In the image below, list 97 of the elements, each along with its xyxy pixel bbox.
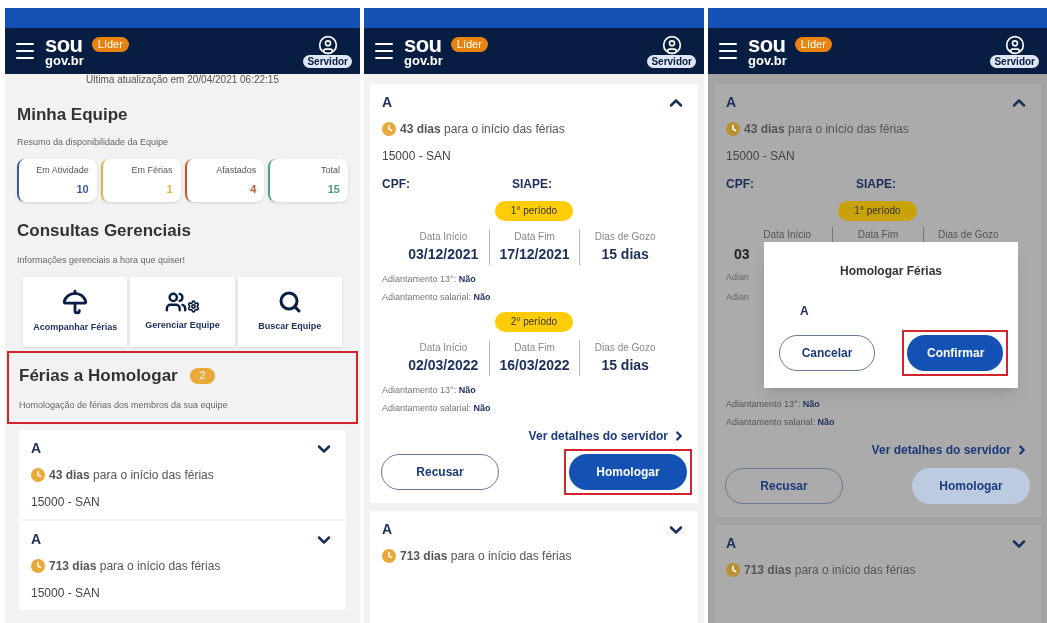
employee-name: A <box>726 93 737 112</box>
employee-name: A <box>726 534 737 553</box>
period-badge: 1° período <box>494 201 574 221</box>
employee-name: A <box>382 93 393 112</box>
section-subtitle: Homologação de férias dos membros da sua equipe <box>19 398 229 412</box>
clock-icon <box>382 549 396 563</box>
field-value: 02/03/2022 <box>408 356 479 375</box>
profile-button[interactable]: Servidor <box>647 34 696 68</box>
stat-value: 15 <box>327 181 340 197</box>
advance-info: Adiantamento salarial: Não <box>382 290 492 304</box>
section-title: Consultas Gerenciais <box>17 220 192 242</box>
shortcut-tile[interactable]: Gerenciar Equipe <box>130 277 235 347</box>
request-card[interactable]: A 713 dias para o início das férias <box>714 525 1041 623</box>
user-icon <box>1004 34 1025 55</box>
text-fragment: 03 <box>733 245 751 264</box>
field-value: 17/12/2021 <box>499 245 570 264</box>
sou-govbr-logo: sou gov.br <box>404 35 443 67</box>
dialog-title: Homologar Férias <box>839 263 943 280</box>
field-label: Data Início <box>763 228 812 242</box>
stat-label: Em Atividade <box>36 164 89 177</box>
stat-value: 4 <box>250 181 257 197</box>
details-link[interactable]: Ver detalhes do servidor <box>528 427 686 445</box>
field-value: 16/03/2022 <box>499 356 570 375</box>
field-label: Data Início <box>419 341 468 355</box>
countdown-text: 43 dias para o início das férias <box>400 121 565 138</box>
user-icon <box>661 34 682 55</box>
advance-info: Adiantamento 13°: Não <box>382 384 477 397</box>
role-badge: Líder <box>794 37 832 52</box>
unit-code: 15000 - SAN <box>382 148 452 165</box>
details-link[interactable]: Ver detalhes do servidor <box>871 441 1029 459</box>
profile-button[interactable]: Servidor <box>303 34 352 68</box>
sou-govbr-logo: sou gov.br <box>45 35 84 67</box>
advance-info: Adiantamento salarial: Não <box>382 401 492 415</box>
field-value: 03/12/2021 <box>408 245 479 264</box>
employee-name: A <box>31 439 42 458</box>
field-label: Dias de Gozo <box>594 230 656 244</box>
section-subtitle: Resumo da disponibilidade da Equipe <box>17 135 170 149</box>
primary-button[interactable]: Confirmar <box>907 335 1003 371</box>
siape-label: SIAPE: <box>512 176 552 193</box>
unit-code: 15000 - SAN <box>31 585 101 602</box>
stat-value: 10 <box>76 181 89 197</box>
countdown-text: 713 dias para o início das férias <box>49 558 221 575</box>
stat-label: Em Férias <box>131 164 173 177</box>
period-badge: 1° período <box>838 201 917 221</box>
section-title: Minha Equipe <box>17 104 129 126</box>
count-badge: 2 <box>189 367 216 384</box>
field-value: 15 dias <box>601 356 649 375</box>
text-fragment: Adian <box>726 290 751 304</box>
user-icon <box>317 34 338 55</box>
primary-button[interactable]: Homologar <box>569 454 687 490</box>
field-label: Data Fim <box>514 230 555 244</box>
clock-icon <box>31 468 45 482</box>
period-badge: 2° período <box>494 312 574 332</box>
request-card[interactable]: A 713 dias para o início das férias <box>370 511 698 623</box>
countdown-text: 43 dias para o início das férias <box>49 467 214 484</box>
request-card[interactable]: A 713 dias para o início das férias 15000 - SAN <box>19 521 346 610</box>
countdown-text: 713 dias para o início das férias <box>744 562 916 579</box>
unit-code: 15000 - SAN <box>31 494 101 511</box>
role-badge: Líder <box>91 37 129 52</box>
text-fragment: Adian <box>726 271 751 284</box>
advance-info: Adiantamento salarial: Não <box>726 415 836 429</box>
search-icon <box>277 290 302 315</box>
umbrella-icon <box>62 289 89 316</box>
field-label: Dias de Gozo <box>594 341 656 355</box>
shortcut-tile[interactable]: Buscar Equipe <box>237 277 342 347</box>
clock-icon <box>382 122 396 136</box>
role-badge: Líder <box>450 37 488 52</box>
profile-button[interactable]: Servidor <box>990 34 1039 68</box>
cpf-label: CPF: <box>726 176 755 193</box>
clock-icon <box>31 559 45 573</box>
advance-info: Adiantamento 13°: Não <box>382 273 477 286</box>
field-label: Data Fim <box>514 341 555 355</box>
siape-label: SIAPE: <box>856 176 896 193</box>
shortcut-tile[interactable]: Acompanhar Férias <box>23 277 128 347</box>
clock-icon <box>726 563 740 577</box>
section-title: Férias a Homologar <box>19 365 178 387</box>
countdown-text: 713 dias para o início das férias <box>400 548 572 565</box>
stat-label: Total <box>321 164 340 177</box>
sou-govbr-logo: sou gov.br <box>748 35 787 67</box>
clock-icon <box>726 122 740 136</box>
employee-name: A <box>31 530 42 549</box>
unit-code: 15000 - SAN <box>726 148 796 165</box>
employee-name: A <box>382 520 393 539</box>
team-settings-icon <box>165 291 200 314</box>
last-update: Última atualização em 20/04/2021 06:22:15 <box>85 74 280 86</box>
field-label: Data Fim <box>857 228 899 242</box>
field-label: Dias de Gozo <box>938 228 999 242</box>
request-card[interactable]: A 43 dias para o início das férias 15000 - SAN <box>19 430 346 519</box>
cpf-label: CPF: <box>382 176 411 193</box>
field-label: Data Início <box>419 230 468 244</box>
field-value: 15 dias <box>601 245 649 264</box>
stat-value: 1 <box>166 181 173 197</box>
countdown-text: 43 dias para o início das férias <box>744 121 909 138</box>
advance-info: Adiantamento 13°: Não <box>726 398 821 411</box>
employee-name: A <box>800 303 810 320</box>
section-subtitle: Informações gerenciais a hora que quiser! <box>17 253 187 267</box>
stat-label: Afastados <box>216 164 257 177</box>
